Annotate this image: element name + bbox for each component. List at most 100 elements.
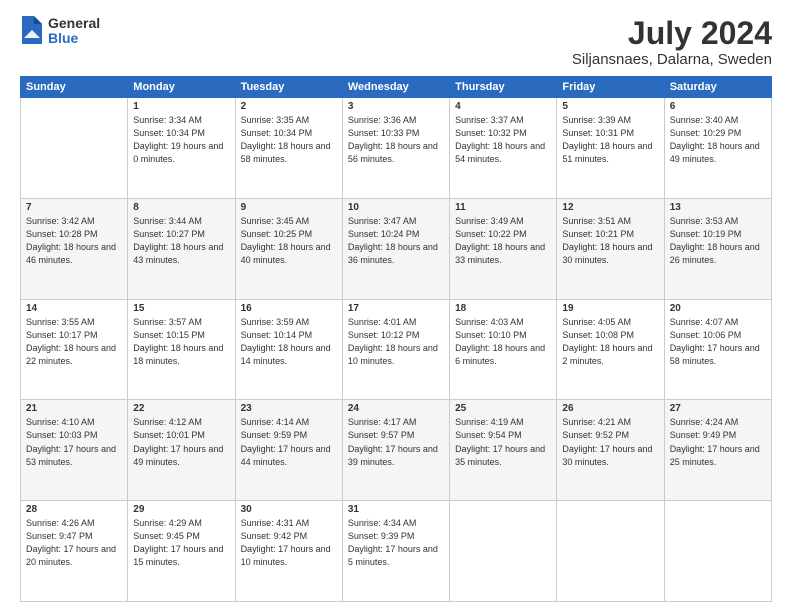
day-number: 11	[455, 202, 551, 213]
header-monday: Monday	[128, 77, 235, 98]
calendar-cell: 4 Sunrise: 3:37 AM Sunset: 10:32 PM Dayl…	[450, 98, 557, 199]
sub-title: Siljansnaes, Dalarna, Sweden	[572, 51, 772, 68]
sunrise-text: Sunrise: 3:53 AM	[670, 216, 739, 226]
day-number: 9	[241, 202, 337, 213]
sunrise-text: Sunrise: 4:26 AM	[26, 518, 95, 528]
daylight-text: Daylight: 17 hours and 15 minutes.	[133, 544, 223, 567]
day-info: Sunrise: 3:39 AM Sunset: 10:31 PM Daylig…	[562, 114, 658, 166]
calendar-cell: 8 Sunrise: 3:44 AM Sunset: 10:27 PM Dayl…	[128, 198, 235, 299]
day-number: 20	[670, 303, 766, 314]
day-info: Sunrise: 3:35 AM Sunset: 10:34 PM Daylig…	[241, 114, 337, 166]
day-info: Sunrise: 3:49 AM Sunset: 10:22 PM Daylig…	[455, 215, 551, 267]
sunset-text: Sunset: 10:14 PM	[241, 330, 313, 340]
sunset-text: Sunset: 10:21 PM	[562, 229, 634, 239]
daylight-text: Daylight: 18 hours and 30 minutes.	[562, 242, 652, 265]
header-wednesday: Wednesday	[342, 77, 449, 98]
calendar-cell: 15 Sunrise: 3:57 AM Sunset: 10:15 PM Day…	[128, 299, 235, 400]
calendar-cell: 21 Sunrise: 4:10 AM Sunset: 10:03 PM Day…	[21, 400, 128, 501]
calendar-cell: 12 Sunrise: 3:51 AM Sunset: 10:21 PM Day…	[557, 198, 664, 299]
sunset-text: Sunset: 10:34 PM	[241, 128, 313, 138]
sunset-text: Sunset: 10:17 PM	[26, 330, 98, 340]
day-number: 16	[241, 303, 337, 314]
sunrise-text: Sunrise: 4:34 AM	[348, 518, 417, 528]
sunset-text: Sunset: 10:10 PM	[455, 330, 527, 340]
day-number: 21	[26, 403, 122, 414]
sunrise-text: Sunrise: 4:24 AM	[670, 417, 739, 427]
sunrise-text: Sunrise: 4:21 AM	[562, 417, 631, 427]
week-row-5: 28 Sunrise: 4:26 AM Sunset: 9:47 PM Dayl…	[21, 501, 772, 602]
day-info: Sunrise: 4:03 AM Sunset: 10:10 PM Daylig…	[455, 316, 551, 368]
logo: General Blue	[20, 16, 100, 47]
week-row-3: 14 Sunrise: 3:55 AM Sunset: 10:17 PM Day…	[21, 299, 772, 400]
sunset-text: Sunset: 10:19 PM	[670, 229, 742, 239]
week-row-1: 1 Sunrise: 3:34 AM Sunset: 10:34 PM Dayl…	[21, 98, 772, 199]
calendar-cell: 18 Sunrise: 4:03 AM Sunset: 10:10 PM Day…	[450, 299, 557, 400]
sunrise-text: Sunrise: 4:10 AM	[26, 417, 95, 427]
sunrise-text: Sunrise: 3:57 AM	[133, 317, 202, 327]
day-info: Sunrise: 4:19 AM Sunset: 9:54 PM Dayligh…	[455, 416, 551, 468]
daylight-text: Daylight: 18 hours and 49 minutes.	[670, 141, 760, 164]
calendar-cell: 22 Sunrise: 4:12 AM Sunset: 10:01 PM Day…	[128, 400, 235, 501]
sunset-text: Sunset: 9:45 PM	[133, 531, 200, 541]
day-info: Sunrise: 3:42 AM Sunset: 10:28 PM Daylig…	[26, 215, 122, 267]
sunset-text: Sunset: 9:49 PM	[670, 430, 737, 440]
sunset-text: Sunset: 9:59 PM	[241, 430, 308, 440]
logo-general-text: General	[48, 16, 100, 31]
week-row-2: 7 Sunrise: 3:42 AM Sunset: 10:28 PM Dayl…	[21, 198, 772, 299]
logo-text: General Blue	[48, 16, 100, 47]
day-number: 10	[348, 202, 444, 213]
daylight-text: Daylight: 17 hours and 20 minutes.	[26, 544, 116, 567]
day-info: Sunrise: 3:34 AM Sunset: 10:34 PM Daylig…	[133, 114, 229, 166]
day-info: Sunrise: 4:31 AM Sunset: 9:42 PM Dayligh…	[241, 517, 337, 569]
day-info: Sunrise: 4:17 AM Sunset: 9:57 PM Dayligh…	[348, 416, 444, 468]
day-number: 19	[562, 303, 658, 314]
day-number: 12	[562, 202, 658, 213]
day-info: Sunrise: 4:21 AM Sunset: 9:52 PM Dayligh…	[562, 416, 658, 468]
day-info: Sunrise: 4:01 AM Sunset: 10:12 PM Daylig…	[348, 316, 444, 368]
daylight-text: Daylight: 17 hours and 39 minutes.	[348, 444, 438, 467]
calendar-cell	[557, 501, 664, 602]
daylight-text: Daylight: 17 hours and 5 minutes.	[348, 544, 438, 567]
day-info: Sunrise: 3:37 AM Sunset: 10:32 PM Daylig…	[455, 114, 551, 166]
sunrise-text: Sunrise: 3:55 AM	[26, 317, 95, 327]
day-info: Sunrise: 3:47 AM Sunset: 10:24 PM Daylig…	[348, 215, 444, 267]
day-number: 8	[133, 202, 229, 213]
calendar-cell: 19 Sunrise: 4:05 AM Sunset: 10:08 PM Day…	[557, 299, 664, 400]
day-number: 31	[348, 504, 444, 515]
day-info: Sunrise: 4:07 AM Sunset: 10:06 PM Daylig…	[670, 316, 766, 368]
calendar-cell: 28 Sunrise: 4:26 AM Sunset: 9:47 PM Dayl…	[21, 501, 128, 602]
calendar-cell: 16 Sunrise: 3:59 AM Sunset: 10:14 PM Day…	[235, 299, 342, 400]
sunrise-text: Sunrise: 3:45 AM	[241, 216, 310, 226]
sunrise-text: Sunrise: 4:29 AM	[133, 518, 202, 528]
sunrise-text: Sunrise: 4:07 AM	[670, 317, 739, 327]
sunset-text: Sunset: 9:57 PM	[348, 430, 415, 440]
daylight-text: Daylight: 18 hours and 54 minutes.	[455, 141, 545, 164]
day-info: Sunrise: 3:44 AM Sunset: 10:27 PM Daylig…	[133, 215, 229, 267]
calendar-cell: 3 Sunrise: 3:36 AM Sunset: 10:33 PM Dayl…	[342, 98, 449, 199]
sunset-text: Sunset: 10:06 PM	[670, 330, 742, 340]
calendar-cell: 29 Sunrise: 4:29 AM Sunset: 9:45 PM Dayl…	[128, 501, 235, 602]
sunset-text: Sunset: 9:47 PM	[26, 531, 93, 541]
sunrise-text: Sunrise: 4:05 AM	[562, 317, 631, 327]
week-row-4: 21 Sunrise: 4:10 AM Sunset: 10:03 PM Day…	[21, 400, 772, 501]
day-number: 24	[348, 403, 444, 414]
calendar-cell: 11 Sunrise: 3:49 AM Sunset: 10:22 PM Day…	[450, 198, 557, 299]
calendar-cell: 13 Sunrise: 3:53 AM Sunset: 10:19 PM Day…	[664, 198, 771, 299]
day-info: Sunrise: 3:36 AM Sunset: 10:33 PM Daylig…	[348, 114, 444, 166]
header: General Blue July 2024 Siljansnaes, Dala…	[20, 16, 772, 68]
day-info: Sunrise: 3:51 AM Sunset: 10:21 PM Daylig…	[562, 215, 658, 267]
daylight-text: Daylight: 18 hours and 10 minutes.	[348, 343, 438, 366]
day-number: 26	[562, 403, 658, 414]
daylight-text: Daylight: 17 hours and 30 minutes.	[562, 444, 652, 467]
calendar-cell: 25 Sunrise: 4:19 AM Sunset: 9:54 PM Dayl…	[450, 400, 557, 501]
day-number: 29	[133, 504, 229, 515]
sunrise-text: Sunrise: 3:59 AM	[241, 317, 310, 327]
day-info: Sunrise: 4:29 AM Sunset: 9:45 PM Dayligh…	[133, 517, 229, 569]
daylight-text: Daylight: 18 hours and 43 minutes.	[133, 242, 223, 265]
sunset-text: Sunset: 10:03 PM	[26, 430, 98, 440]
daylight-text: Daylight: 18 hours and 6 minutes.	[455, 343, 545, 366]
day-info: Sunrise: 3:59 AM Sunset: 10:14 PM Daylig…	[241, 316, 337, 368]
daylight-text: Daylight: 18 hours and 26 minutes.	[670, 242, 760, 265]
sunset-text: Sunset: 9:52 PM	[562, 430, 629, 440]
sunrise-text: Sunrise: 4:01 AM	[348, 317, 417, 327]
